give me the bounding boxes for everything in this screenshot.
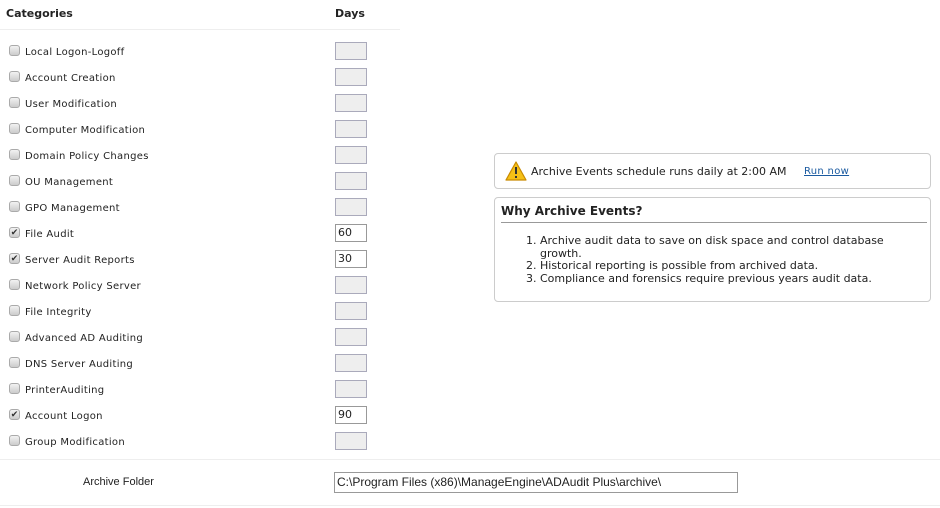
title-divider [501, 222, 927, 223]
category-row: DNS Server Auditing [0, 354, 400, 380]
category-label: PrinterAuditing [25, 385, 105, 396]
category-row: OU Management [0, 172, 400, 198]
header-divider [0, 29, 400, 30]
list-item: Compliance and forensics require previou… [540, 272, 920, 286]
category-label: User Modification [25, 99, 118, 110]
category-label: File Audit [25, 229, 75, 240]
category-checkbox[interactable]: ✔ [9, 409, 20, 420]
category-checkbox[interactable] [9, 435, 20, 446]
category-row: Network Policy Server [0, 276, 400, 302]
category-label: Network Policy Server [25, 281, 141, 292]
days-input[interactable] [335, 146, 367, 164]
days-input[interactable] [335, 328, 367, 346]
category-checkbox[interactable] [9, 45, 20, 56]
category-checkbox[interactable] [9, 331, 20, 342]
schedule-notice: Archive Events schedule runs daily at 2:… [494, 153, 931, 189]
schedule-text: Archive Events schedule runs daily at 2:… [531, 165, 787, 178]
why-archive-panel: Why Archive Events? Archive audit data t… [494, 197, 931, 302]
category-row: ✔ Account Logon 90 [0, 406, 400, 432]
days-input[interactable] [335, 42, 367, 60]
category-label: Domain Policy Changes [25, 151, 149, 162]
category-checkbox[interactable]: ✔ [9, 253, 20, 264]
category-checkbox[interactable]: ✔ [9, 227, 20, 238]
days-input[interactable] [335, 380, 367, 398]
category-checkbox[interactable] [9, 175, 20, 186]
list-item: Historical reporting is possible from ar… [540, 259, 920, 273]
category-row: ✔ Server Audit Reports 30 [0, 250, 400, 276]
category-label: OU Management [25, 177, 114, 188]
why-archive-title: Why Archive Events? [501, 204, 643, 218]
days-input[interactable] [335, 120, 367, 138]
category-label: GPO Management [25, 203, 120, 214]
category-checkbox[interactable] [9, 357, 20, 368]
run-now-link[interactable]: Run now [804, 166, 849, 177]
divider [0, 505, 940, 506]
category-label: Account Creation [25, 73, 116, 84]
why-archive-list: Archive audit data to save on disk space… [513, 234, 920, 286]
category-checkbox[interactable] [9, 123, 20, 134]
category-checkbox[interactable] [9, 383, 20, 394]
category-checkbox[interactable] [9, 201, 20, 212]
days-input[interactable] [335, 68, 367, 86]
category-checkbox[interactable] [9, 279, 20, 290]
days-input[interactable] [335, 276, 367, 294]
category-row: Advanced AD Auditing [0, 328, 400, 354]
days-input[interactable] [335, 198, 367, 216]
days-header: Days [335, 7, 365, 20]
days-input[interactable] [335, 354, 367, 372]
category-row: User Modification [0, 94, 400, 120]
category-checkbox[interactable] [9, 71, 20, 82]
category-row: Group Modification [0, 432, 400, 458]
category-row: Computer Modification [0, 120, 400, 146]
archive-folder-label: Archive Folder [83, 476, 154, 488]
days-input[interactable] [335, 172, 367, 190]
category-label: DNS Server Auditing [25, 359, 134, 370]
days-input[interactable]: 60 [335, 224, 367, 242]
list-item: Archive audit data to save on disk space… [540, 234, 920, 260]
days-input[interactable] [335, 302, 367, 320]
warning-icon [505, 161, 527, 181]
archive-folder-input[interactable]: C:\Program Files (x86)\ManageEngine\ADAu… [334, 472, 738, 493]
category-row: Domain Policy Changes [0, 146, 400, 172]
days-input[interactable]: 90 [335, 406, 367, 424]
category-label: File Integrity [25, 307, 92, 318]
category-label: Server Audit Reports [25, 255, 135, 266]
category-label: Local Logon-Logoff [25, 47, 125, 58]
days-input[interactable]: 30 [335, 250, 367, 268]
category-row: PrinterAuditing [0, 380, 400, 406]
days-input[interactable] [335, 432, 367, 450]
category-row: GPO Management [0, 198, 400, 224]
days-input[interactable] [335, 94, 367, 112]
category-checkbox[interactable] [9, 305, 20, 316]
category-row: Account Creation [0, 68, 400, 94]
categories-header: Categories [6, 7, 73, 20]
category-row: ✔ File Audit 60 [0, 224, 400, 250]
category-label: Account Logon [25, 411, 103, 422]
category-checkbox[interactable] [9, 149, 20, 160]
category-label: Advanced AD Auditing [25, 333, 143, 344]
divider [0, 459, 940, 460]
category-label: Computer Modification [25, 125, 146, 136]
category-row: File Integrity [0, 302, 400, 328]
category-row: Local Logon-Logoff [0, 42, 400, 68]
category-checkbox[interactable] [9, 97, 20, 108]
category-label: Group Modification [25, 437, 125, 448]
